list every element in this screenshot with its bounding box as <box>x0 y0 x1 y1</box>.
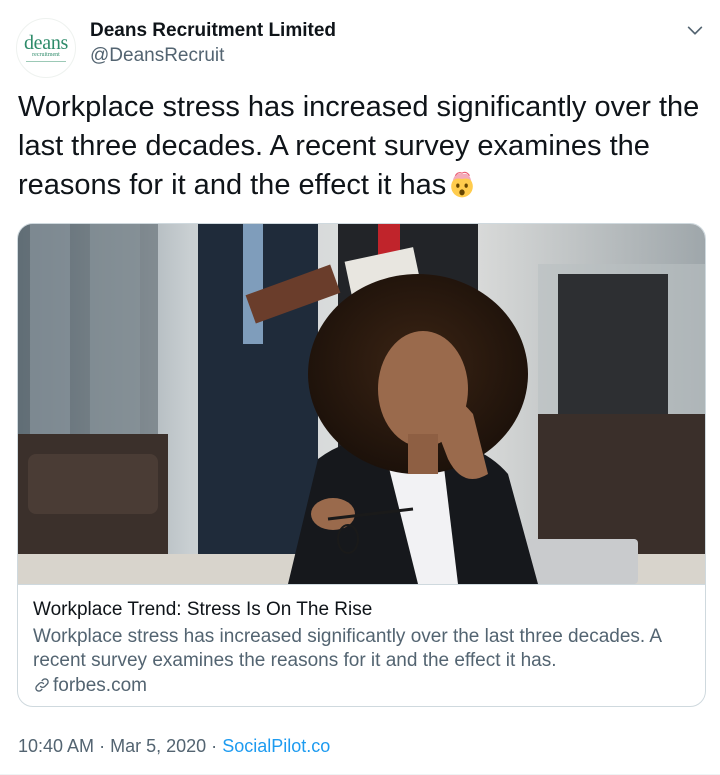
link-preview-card[interactable]: Workplace Trend: Stress Is On The Rise W… <box>17 223 706 707</box>
meta-separator-2: · <box>211 736 218 756</box>
tweet-time[interactable]: 10:40 AM <box>18 736 94 756</box>
card-domain: forbes.com <box>33 675 147 697</box>
source-link[interactable]: SocialPilot.co <box>222 736 330 756</box>
card-description: Workplace stress has increased significa… <box>33 626 662 671</box>
tweet-header: deans recruitment Deans Recruitment Limi… <box>16 14 706 78</box>
avatar-wordmark: deans <box>23 32 69 54</box>
avatar-divider <box>26 61 66 62</box>
card-body: Workplace Trend: Stress Is On The Rise W… <box>18 584 705 706</box>
chevron-down-icon[interactable] <box>684 20 706 42</box>
card-domain-text: forbes.com <box>53 675 147 696</box>
tweet-date[interactable]: Mar 5, 2020 <box>110 736 206 756</box>
card-title: Workplace Trend: Stress Is On The Rise <box>33 599 373 620</box>
tweet-text: Workplace stress has increased significa… <box>18 88 708 205</box>
link-icon <box>35 678 49 692</box>
exploding-head-icon <box>451 171 474 198</box>
tweet-meta: 10:40 AM · Mar 5, 2020 · SocialPilot.co <box>18 736 330 757</box>
card-image <box>18 224 705 584</box>
tweet-body: Workplace stress has increased significa… <box>18 91 700 201</box>
author-handle[interactable]: @DeansRecruit <box>90 45 224 67</box>
meta-separator: · <box>99 736 106 756</box>
author-name[interactable]: Deans Recruitment Limited <box>90 20 336 42</box>
avatar-subtext: recruitment <box>32 52 60 58</box>
avatar[interactable]: deans recruitment <box>16 18 76 78</box>
